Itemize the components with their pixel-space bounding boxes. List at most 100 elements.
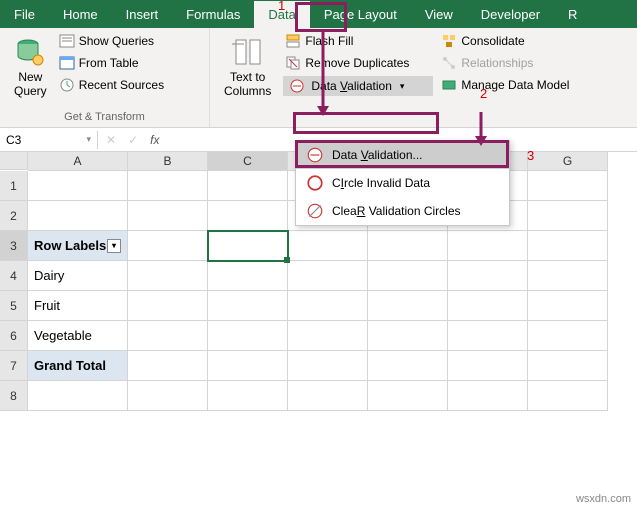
from-table-button[interactable]: From Table xyxy=(57,54,166,72)
cell-b3[interactable] xyxy=(128,231,208,261)
row-header-8[interactable]: 8 xyxy=(0,381,28,411)
row-header-1[interactable]: 1 xyxy=(0,171,28,201)
data-validation-button[interactable]: Data Validation ▾ xyxy=(283,76,433,96)
cell-e4[interactable] xyxy=(368,261,448,291)
cell-g6[interactable] xyxy=(528,321,608,351)
cell-b4[interactable] xyxy=(128,261,208,291)
row-header-3[interactable]: 3 xyxy=(0,231,28,261)
tab-file[interactable]: File xyxy=(0,1,49,28)
cell-g2[interactable] xyxy=(528,201,608,231)
database-query-icon xyxy=(14,36,46,68)
formula-bar[interactable]: ✕ ✓ fx xyxy=(98,133,167,147)
cell-a2[interactable] xyxy=(28,201,128,231)
pivot-filter-button[interactable]: ▾ xyxy=(107,239,121,253)
cell-f3[interactable] xyxy=(448,231,528,261)
cell-a6[interactable]: Vegetable xyxy=(28,321,128,351)
cell-d8[interactable] xyxy=(288,381,368,411)
tab-formulas[interactable]: Formulas xyxy=(172,1,254,28)
cell-b5[interactable] xyxy=(128,291,208,321)
cell-g5[interactable] xyxy=(528,291,608,321)
data-validation-dropdown: Data Validation... CIrcle Invalid Data C… xyxy=(295,140,510,226)
tab-r[interactable]: R xyxy=(554,1,591,28)
row-header-2[interactable]: 2 xyxy=(0,201,28,231)
cell-a3[interactable]: Row Labels ▾ xyxy=(28,231,128,261)
cell-c4[interactable] xyxy=(208,261,288,291)
cell-f4[interactable] xyxy=(448,261,528,291)
fill-handle[interactable] xyxy=(284,257,290,263)
clear-circles-item[interactable]: CleaR Validation Circles xyxy=(296,197,509,225)
cell-d4[interactable] xyxy=(288,261,368,291)
new-query-button[interactable]: New Query xyxy=(8,32,53,102)
from-table-label: From Table xyxy=(79,56,139,70)
cell-b8[interactable] xyxy=(128,381,208,411)
cell-d7[interactable] xyxy=(288,351,368,381)
name-box-dropdown-icon[interactable]: ▾ xyxy=(86,134,91,145)
cell-f7[interactable] xyxy=(448,351,528,381)
cell-d6[interactable] xyxy=(288,321,368,351)
cell-b1[interactable] xyxy=(128,171,208,201)
cell-c5[interactable] xyxy=(208,291,288,321)
tab-page-layout[interactable]: Page Layout xyxy=(310,1,411,28)
cell-b7[interactable] xyxy=(128,351,208,381)
cell-f6[interactable] xyxy=(448,321,528,351)
cell-b6[interactable] xyxy=(128,321,208,351)
cell-f8[interactable] xyxy=(448,381,528,411)
cell-e5[interactable] xyxy=(368,291,448,321)
cell-e7[interactable] xyxy=(368,351,448,381)
col-header-g[interactable]: G xyxy=(528,152,608,171)
cell-c3[interactable] xyxy=(208,231,288,261)
cell-e3[interactable] xyxy=(368,231,448,261)
row-header-5[interactable]: 5 xyxy=(0,291,28,321)
tab-developer[interactable]: Developer xyxy=(467,1,554,28)
cell-c8[interactable] xyxy=(208,381,288,411)
cell-g8[interactable] xyxy=(528,381,608,411)
cell-b2[interactable] xyxy=(128,201,208,231)
list-icon xyxy=(59,33,75,49)
cell-g3[interactable] xyxy=(528,231,608,261)
cell-c7[interactable] xyxy=(208,351,288,381)
cell-a3-value: Row Labels xyxy=(34,238,106,253)
text-columns-icon xyxy=(232,36,264,68)
name-box[interactable]: C3 ▾ xyxy=(0,131,98,149)
group-data-tools: Text to Columns Flash Fill Remove Duplic… xyxy=(210,28,637,127)
callout-num-3: 3 xyxy=(527,148,534,163)
consolidate-button[interactable]: Consolidate xyxy=(439,32,609,50)
tab-insert[interactable]: Insert xyxy=(112,1,173,28)
cell-g4[interactable] xyxy=(528,261,608,291)
cell-g7[interactable] xyxy=(528,351,608,381)
cell-a8[interactable] xyxy=(28,381,128,411)
cell-d5[interactable] xyxy=(288,291,368,321)
recent-sources-button[interactable]: Recent Sources xyxy=(57,76,166,94)
col-header-b[interactable]: B xyxy=(128,152,208,171)
cell-d3[interactable] xyxy=(288,231,368,261)
cell-a1[interactable] xyxy=(28,171,128,201)
cell-f5[interactable] xyxy=(448,291,528,321)
remove-duplicates-button[interactable]: Remove Duplicates xyxy=(283,54,433,72)
row-header-6[interactable]: 6 xyxy=(0,321,28,351)
cell-e8[interactable] xyxy=(368,381,448,411)
cell-c2[interactable] xyxy=(208,201,288,231)
clock-icon xyxy=(59,77,75,93)
cell-c1[interactable] xyxy=(208,171,288,201)
circle-invalid-item[interactable]: CIrcle Invalid Data xyxy=(296,169,509,197)
tab-view[interactable]: View xyxy=(411,1,467,28)
row-header-7[interactable]: 7 xyxy=(0,351,28,381)
text-to-columns-button[interactable]: Text to Columns xyxy=(218,32,277,102)
cell-a7[interactable]: Grand Total xyxy=(28,351,128,381)
manage-data-model-label: Manage Data Model xyxy=(461,78,569,92)
cell-g1[interactable] xyxy=(528,171,608,201)
fx-label[interactable]: fx xyxy=(150,133,159,147)
cell-a5[interactable]: Fruit xyxy=(28,291,128,321)
manage-data-model-button[interactable]: Manage Data Model xyxy=(439,76,609,94)
select-all-corner[interactable] xyxy=(0,152,28,170)
tab-home[interactable]: Home xyxy=(49,1,112,28)
cell-c6[interactable] xyxy=(208,321,288,351)
col-header-a[interactable]: A xyxy=(28,152,128,171)
col-header-c[interactable]: C xyxy=(208,152,288,171)
flash-fill-button[interactable]: Flash Fill xyxy=(283,32,433,50)
cell-a4[interactable]: Dairy xyxy=(28,261,128,291)
row-header-4[interactable]: 4 xyxy=(0,261,28,291)
dropdown-arrow-icon[interactable]: ▾ xyxy=(400,81,405,92)
cell-e6[interactable] xyxy=(368,321,448,351)
show-queries-button[interactable]: Show Queries xyxy=(57,32,166,50)
